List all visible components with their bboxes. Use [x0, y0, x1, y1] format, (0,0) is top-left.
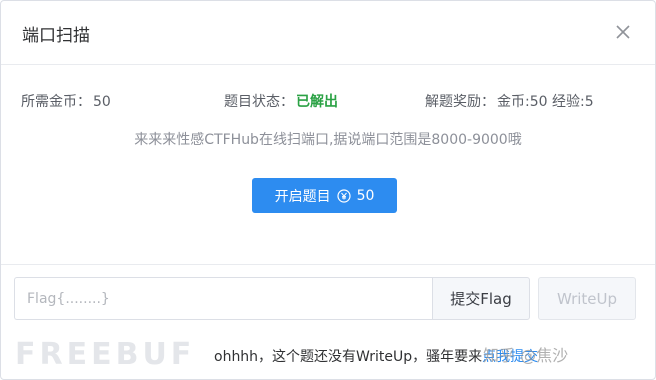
zhihu-watermark: 知乎 @焦沙: [483, 346, 569, 365]
start-challenge-button[interactable]: 开启题目 50: [252, 178, 397, 213]
status-label: 题目状态：: [224, 94, 294, 110]
cost-value: 50: [93, 94, 111, 110]
reward-info: 解题奖励： 金币:50 经验:5: [425, 91, 594, 111]
dialog-title: 端口扫描: [22, 26, 90, 46]
status-info: 题目状态： 已解出: [224, 91, 338, 111]
reward-label: 解题奖励：: [425, 94, 495, 110]
challenge-dialog: 端口扫描 所需金币： 50 题目状态： 已解出 解题奖励： 金币:50 经验:5 来来…: [0, 0, 656, 380]
cost-label: 所需金币：: [21, 94, 91, 110]
footer-divider: [1, 264, 655, 265]
writeup-note-text: ohhhh，这个题还没有WriteUp，骚年要来: [214, 349, 483, 365]
start-button-label: 开启题目: [274, 188, 331, 205]
status-badge: 已解出: [296, 94, 338, 110]
dialog-header: 端口扫描: [1, 1, 655, 65]
freebuf-watermark: FREEBUF: [15, 337, 196, 372]
flag-input[interactable]: [14, 277, 432, 320]
writeup-button[interactable]: WriteUp: [538, 277, 636, 320]
start-button-cost: 50: [356, 187, 375, 204]
cost-info: 所需金币： 50: [21, 91, 111, 111]
reward-value: 金币:50 经验:5: [497, 94, 594, 110]
close-icon[interactable]: [610, 19, 636, 45]
challenge-description: 来来来性感CTFHub在线扫端口,据说端口范围是8000-9000哦: [134, 132, 522, 148]
submit-flag-button[interactable]: 提交Flag: [432, 277, 530, 320]
coin-icon: [336, 188, 351, 203]
